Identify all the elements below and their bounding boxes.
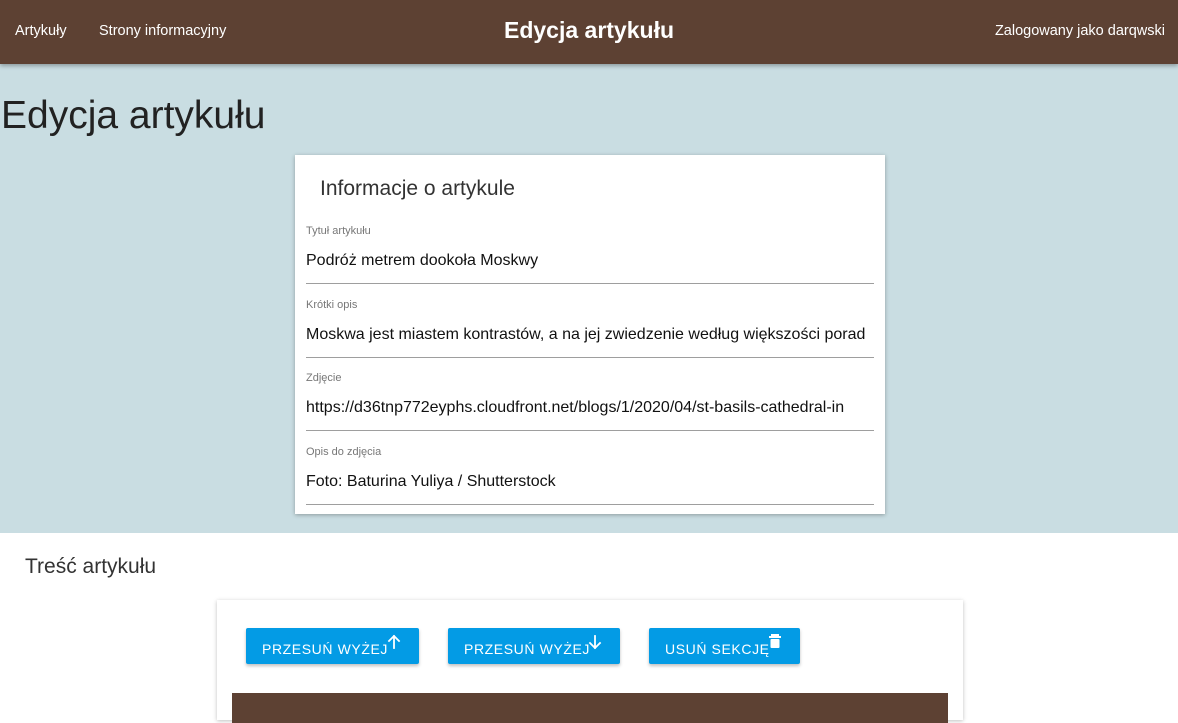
page-title: Edycja artykułu	[1, 94, 266, 137]
trash-icon	[769, 634, 781, 648]
move-up-button[interactable]: PRZESUŃ WYŻEJ	[246, 628, 419, 664]
arrow-down-icon	[588, 635, 602, 650]
logged-in-user: Zalogowany jako darqwski	[994, 23, 1165, 39]
delete-section-button-label: USUŃ SEKCJĘ	[665, 641, 770, 657]
move-down-button[interactable]: PRZESUŃ WYŻEJ	[448, 628, 620, 664]
content-section-heading: Treść artykułu	[25, 555, 157, 578]
image-url-field: Zdjęcie	[306, 372, 874, 431]
article-info-card: Informacje o artykule Tytuł artykułu Kró…	[295, 155, 885, 514]
article-info-section: Edycja artykułu Informacje o artykule Ty…	[0, 64, 1178, 533]
card-title: Informacje o artykule	[320, 177, 515, 200]
section-header-bar	[232, 693, 948, 723]
top-navbar: Artykuły Strony informacyjny Edycja arty…	[0, 0, 1178, 64]
content-section-card: PRZESUŃ WYŻEJ PRZESUŃ WYŻEJ USUŃ SEKCJĘ	[217, 600, 963, 723]
short-description-field: Krótki opis	[306, 299, 874, 358]
short-description-label: Krótki opis	[306, 299, 358, 311]
delete-section-button[interactable]: USUŃ SEKCJĘ	[649, 628, 800, 664]
image-url-label: Zdjęcie	[306, 372, 342, 384]
image-caption-input[interactable]	[306, 470, 874, 494]
title-input[interactable]	[306, 249, 874, 273]
title-field: Tytuł artykułu	[306, 225, 874, 284]
title-field-label: Tytuł artykułu	[306, 225, 371, 237]
move-up-button-label: PRZESUŃ WYŻEJ	[262, 641, 389, 657]
image-caption-label: Opis do zdjęcia	[306, 446, 382, 458]
image-caption-field: Opis do zdjęcia	[306, 446, 874, 505]
arrow-up-icon	[387, 634, 401, 649]
image-url-input[interactable]	[306, 396, 874, 420]
move-down-button-label: PRZESUŃ WYŻEJ	[464, 641, 591, 657]
short-description-input[interactable]	[306, 323, 874, 347]
